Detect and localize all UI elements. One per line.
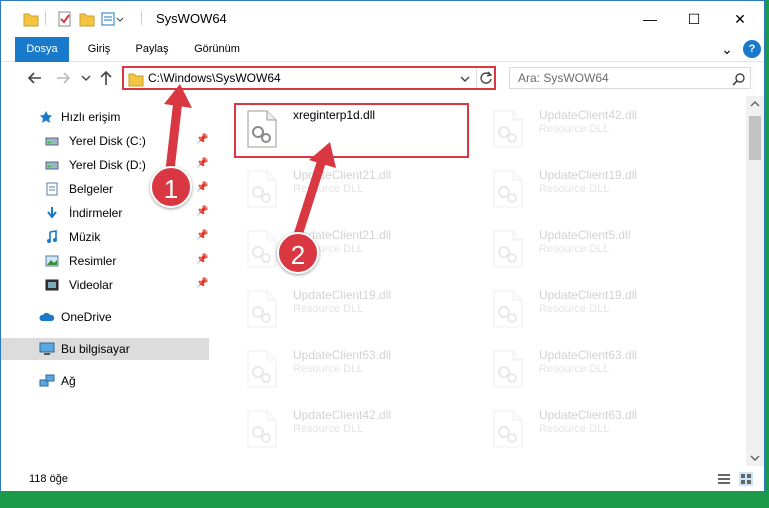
arrow-1 xyxy=(164,84,192,175)
annotation-arrows xyxy=(164,84,336,240)
step-1-badge: 1 xyxy=(150,166,192,208)
step-2-badge: 2 xyxy=(277,232,319,274)
arrow-2 xyxy=(293,142,336,240)
